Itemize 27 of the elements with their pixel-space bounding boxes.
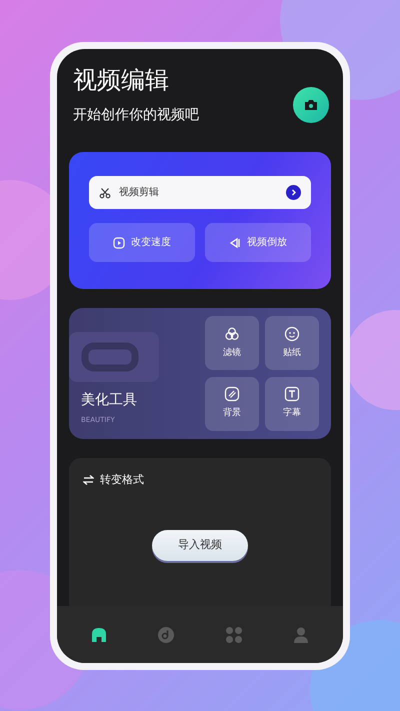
video-edit-button[interactable]: 视频剪辑 bbox=[89, 176, 311, 209]
chevron-icon bbox=[286, 185, 301, 200]
action-button[interactable]: 视频倒放 bbox=[205, 223, 311, 262]
app-title: 视频编辑 bbox=[73, 65, 170, 95]
rewind-icon bbox=[229, 236, 241, 248]
action-button[interactable]: 改变速度 bbox=[89, 223, 195, 262]
smiley-icon bbox=[284, 326, 300, 342]
home-icon bbox=[90, 626, 108, 644]
disc-icon bbox=[157, 626, 176, 644]
scissors-icon bbox=[99, 186, 111, 198]
import-video-button[interactable]: 导入视频 bbox=[152, 530, 248, 560]
tool-button[interactable]: 滤镜 bbox=[205, 316, 259, 370]
pattern-icon bbox=[224, 386, 240, 402]
tool-button[interactable]: 贴纸 bbox=[265, 316, 319, 370]
camera-button[interactable] bbox=[293, 87, 329, 123]
app-subtitle: 开始创作你的视频吧 bbox=[73, 106, 199, 125]
text-icon bbox=[284, 386, 300, 402]
swap-icon bbox=[83, 475, 94, 486]
grid-icon bbox=[224, 626, 243, 644]
beautify-title: 美化工具 bbox=[81, 390, 138, 410]
tool-button[interactable]: 背景 bbox=[205, 376, 259, 430]
camera-icon bbox=[304, 99, 318, 111]
play-icon bbox=[113, 236, 125, 248]
convert-title: 转变格式 bbox=[100, 472, 144, 488]
circles-icon bbox=[224, 326, 240, 342]
tool-button[interactable]: 字幕 bbox=[265, 376, 319, 430]
person-icon bbox=[292, 626, 310, 644]
